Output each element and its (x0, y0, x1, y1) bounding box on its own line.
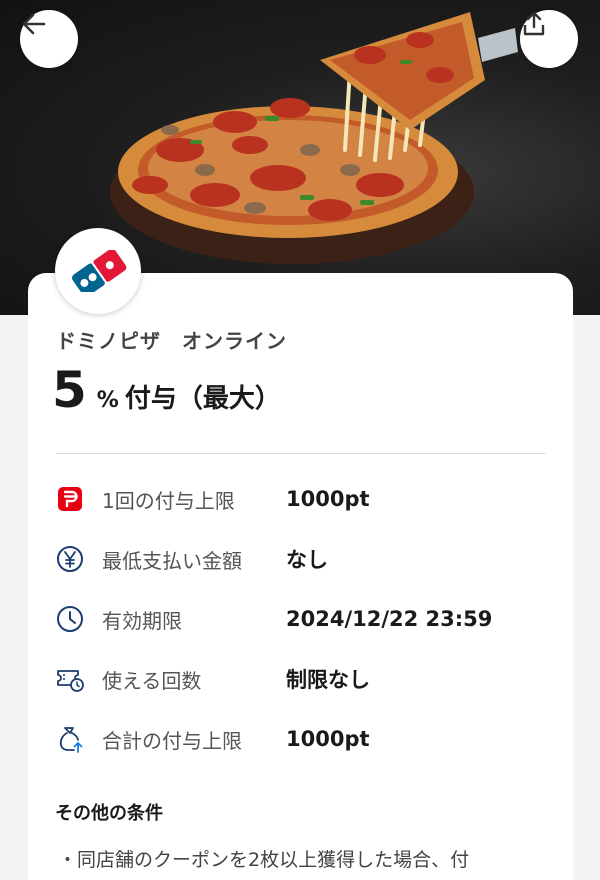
rate-value: 5 (52, 361, 87, 419)
back-button[interactable] (20, 10, 78, 68)
rate-unit: % (96, 388, 119, 413)
ticket-icon (52, 661, 88, 697)
paypay-icon (52, 481, 88, 517)
detail-row-per-use-limit: 1回の付与上限 1000pt (52, 479, 370, 519)
coupon-card: ドミノピザ オンライン 5 % 付与（最大） 1回の付与上限 1000pt 最低… (28, 228, 573, 880)
detail-label: 最低支払い金額 (102, 548, 242, 573)
detail-value: 1000pt (286, 727, 370, 751)
merchant-name: ドミノピザ オンライン (56, 329, 287, 353)
divider (56, 453, 546, 454)
clock-icon (52, 601, 88, 637)
detail-label: 有効期限 (102, 608, 182, 633)
detail-value: 1000pt (286, 487, 370, 511)
detail-row-expiry: 有効期限 2024/12/22 23:59 (52, 599, 492, 639)
detail-row-total-limit: 合計の付与上限 1000pt (52, 719, 370, 759)
condition-item: ・同店舗のクーポンを2枚以上獲得した場合、付 (58, 849, 470, 871)
detail-row-usage-count: 使える回数 制限なし (52, 659, 370, 699)
share-button[interactable] (520, 10, 578, 68)
rate-description: 付与（最大） (124, 384, 281, 414)
detail-value: 制限なし (286, 668, 370, 692)
detail-label: 合計の付与上限 (102, 728, 242, 753)
detail-value: なし (286, 548, 328, 572)
share-icon (523, 11, 545, 36)
conditions-title: その他の条件 (55, 803, 163, 824)
points-bag-icon (52, 721, 88, 757)
reward-rate: 5 % 付与（最大） (52, 361, 281, 419)
merchant-logo (55, 228, 141, 314)
dominos-logo-icon (71, 250, 127, 292)
detail-label: 1回の付与上限 (102, 488, 235, 513)
detail-label: 使える回数 (102, 668, 202, 693)
detail-row-min-payment: 最低支払い金額 なし (52, 539, 328, 579)
arrow-left-icon (22, 13, 46, 35)
detail-value: 2024/12/22 23:59 (286, 607, 493, 631)
yen-icon (52, 541, 88, 577)
